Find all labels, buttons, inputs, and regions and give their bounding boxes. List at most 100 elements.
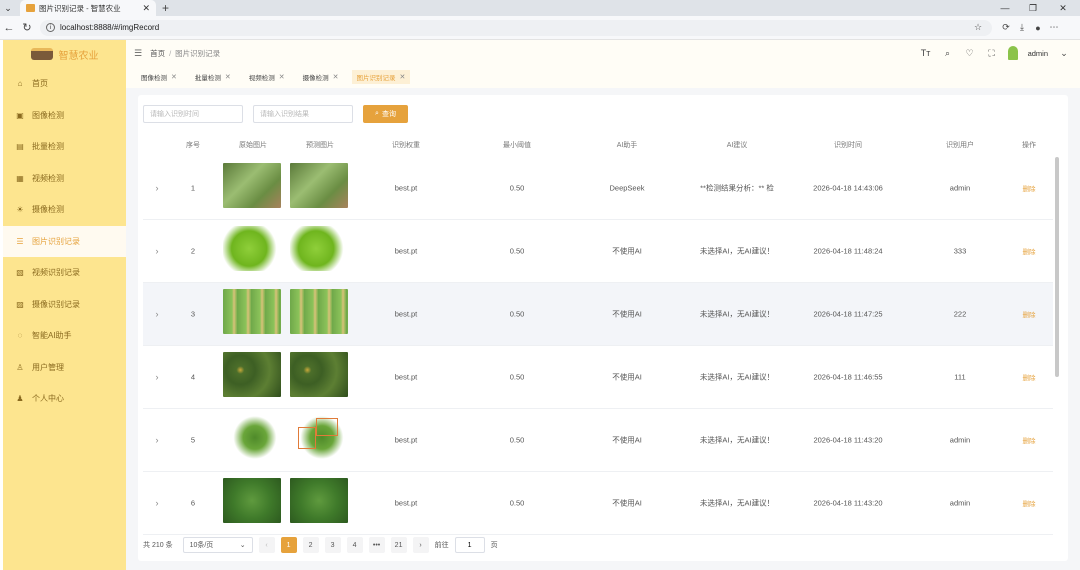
delete-link[interactable]: 删除 (1023, 435, 1036, 445)
page-button[interactable]: 21 (390, 537, 407, 553)
tag-batch-detect[interactable]: 批量检测 ✕ (190, 70, 236, 84)
more-pages-icon[interactable]: ••• (368, 537, 385, 553)
detection-box (298, 427, 316, 449)
site-info-icon[interactable]: i (46, 23, 55, 32)
row-time: 2026-04-18 11:46:55 (813, 372, 883, 382)
tag-image-detect[interactable]: 图像检测 ✕ (136, 70, 182, 84)
table-header: 序号 原始图片 预测图片 识别权重 最小阈值 AI助手 AI建议 识别时间 识别… (143, 135, 1053, 155)
username[interactable]: admin (1028, 49, 1048, 58)
search-button[interactable]: ⌕ 查询 (363, 105, 408, 123)
sidebar-item-user-manage[interactable]: ♙ 用户管理 (3, 352, 126, 384)
expand-row-icon[interactable]: › (156, 498, 159, 508)
delete-link[interactable]: 删除 (1023, 183, 1036, 193)
sidebar-item-label: 个人中心 (32, 394, 64, 404)
chevron-down-icon[interactable]: ⌄ (1058, 48, 1070, 59)
col-original-image: 原始图片 (239, 142, 267, 149)
time-search-input[interactable] (143, 105, 243, 123)
sidebar-item-batch-detect[interactable]: ▤ 批量检测 (3, 131, 126, 163)
theme-icon[interactable]: ♡ (964, 48, 976, 59)
page-button[interactable]: 3 (324, 537, 341, 553)
sidebar-item-ai-assistant[interactable]: ◌ 智能AI助手 (3, 320, 126, 352)
sidebar-item-label: 视频识别记录 (32, 268, 80, 278)
reload-icon[interactable]: ↻ (18, 19, 36, 37)
tag-camera-detect[interactable]: 摄像检测 ✕ (298, 70, 344, 84)
jump-page-input[interactable] (454, 537, 485, 553)
delete-link[interactable]: 删除 (1023, 498, 1036, 508)
close-icon[interactable]: ✕ (333, 73, 339, 81)
expand-row-icon[interactable]: › (156, 435, 159, 445)
tag-video-detect[interactable]: 视频检测 ✕ (244, 70, 290, 84)
sidebar-item-camera-record[interactable]: ▨ 摄像识别记录 (3, 289, 126, 321)
back-icon[interactable]: ← (0, 19, 18, 37)
expand-row-icon[interactable]: › (156, 246, 159, 256)
page-button[interactable]: 1 (280, 537, 297, 553)
close-icon[interactable]: ✕ (400, 73, 406, 81)
expand-row-icon[interactable]: › (156, 183, 159, 193)
sidebar-item-profile[interactable]: ♟ 个人中心 (3, 383, 126, 415)
favorite-star-icon[interactable]: ☆ (970, 22, 986, 33)
original-image[interactable] (223, 352, 281, 397)
profile-icon: ♟ (16, 394, 24, 404)
delete-link[interactable]: 删除 (1023, 246, 1036, 256)
sidebar-item-video-detect[interactable]: ▦ 视频检测 (3, 163, 126, 195)
page-button[interactable]: 2 (302, 537, 319, 553)
original-image[interactable] (223, 163, 281, 208)
sidebar-item-home[interactable]: ⌂ 首页 (3, 68, 126, 100)
predicted-image[interactable] (290, 163, 348, 208)
download-icon[interactable]: ⤓ (1014, 22, 1030, 33)
sidebar-item-label: 智能AI助手 (32, 331, 72, 341)
favicon-icon (26, 4, 35, 12)
predicted-image[interactable] (290, 352, 348, 397)
breadcrumb-separator: / (169, 48, 172, 58)
result-search-input[interactable] (253, 105, 353, 123)
window-close-icon[interactable]: ✕ (1050, 0, 1076, 16)
tab-list-icon[interactable]: ⌄ (0, 0, 16, 16)
predicted-image[interactable] (290, 478, 348, 523)
original-image[interactable] (223, 289, 281, 334)
prev-page-icon[interactable]: ‹ (258, 537, 275, 553)
restore-icon[interactable]: ❐ (1020, 0, 1046, 16)
collections-icon[interactable]: ⟳ (998, 22, 1014, 33)
close-icon[interactable]: ✕ (171, 73, 177, 81)
row-weight: best.pt (394, 435, 418, 445)
search-icon[interactable]: ⌕ (942, 48, 954, 59)
url-field[interactable]: i localhost:8888/#/imgRecord ☆ (40, 19, 992, 36)
more-menu-icon[interactable]: ⋯ (1046, 22, 1062, 33)
menu-toggle-icon[interactable]: ☰ (134, 48, 142, 59)
original-image[interactable] (223, 226, 281, 271)
delete-link[interactable]: 删除 (1023, 372, 1036, 382)
breadcrumb-home[interactable]: 首页 (150, 49, 165, 58)
sidebar-item-image-record[interactable]: ☰ 图片识别记录 (3, 225, 126, 257)
new-tab-icon[interactable]: + (162, 1, 169, 15)
tag-image-record[interactable]: 图片识别记录 ✕ (351, 70, 411, 84)
browser-tab[interactable]: 图片识别记录 - 智慧农业 ✕ (20, 0, 156, 16)
row-ai-suggestion: 未选择AI，无AI建议！ (699, 246, 775, 256)
predicted-image[interactable] (290, 415, 348, 460)
next-page-icon[interactable]: › (412, 537, 429, 553)
table-scrollbar[interactable] (1055, 157, 1059, 377)
page-size-select[interactable]: 10条/页 ⌄ (182, 537, 253, 553)
sidebar-item-camera-detect[interactable]: ☀ 摄像检测 (3, 194, 126, 226)
minimize-icon[interactable]: — (992, 0, 1018, 16)
profile-avatar-icon[interactable]: ● (1030, 23, 1046, 33)
font-size-icon[interactable]: Tт (920, 48, 932, 58)
page-button[interactable]: 4 (346, 537, 363, 553)
original-image[interactable] (223, 415, 281, 460)
predicted-image[interactable] (290, 226, 348, 271)
sidebar-item-label: 摄像识别记录 (32, 299, 80, 309)
close-tab-icon[interactable]: ✕ (142, 3, 150, 14)
expand-row-icon[interactable]: › (156, 372, 159, 382)
close-icon[interactable]: ✕ (279, 73, 285, 81)
sidebar-item-image-detect[interactable]: ▣ 图像检测 (3, 100, 126, 132)
original-image[interactable] (223, 478, 281, 523)
delete-link[interactable]: 删除 (1023, 309, 1036, 319)
sidebar-item-video-record[interactable]: ▧ 视频识别记录 (3, 257, 126, 289)
close-icon[interactable]: ✕ (225, 73, 231, 81)
row-time: 2026-04-18 11:48:24 (813, 246, 883, 256)
expand-row-icon[interactable]: › (156, 309, 159, 319)
table-row: › 6 best.pt 0.50 不使用AI 未选择AI，无AI建议！ 2026-04-18… (143, 472, 1053, 535)
app-logo: 智慧农业 (3, 40, 126, 68)
predicted-image[interactable] (290, 289, 348, 334)
fullscreen-icon[interactable]: ⛶ (986, 48, 998, 59)
user-avatar[interactable] (1007, 46, 1018, 60)
